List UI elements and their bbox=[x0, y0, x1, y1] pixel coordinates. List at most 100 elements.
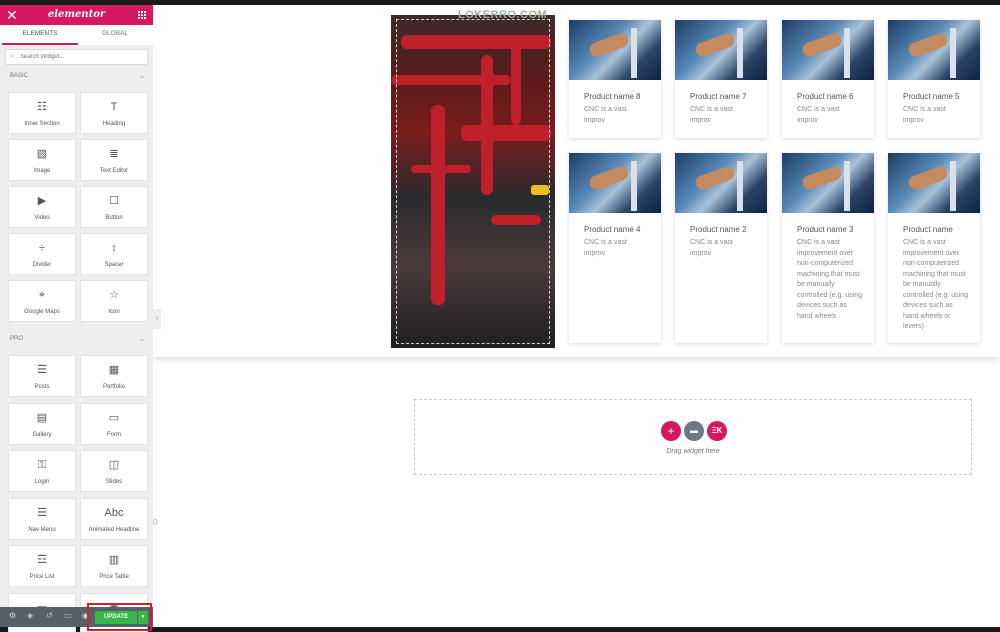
thumb-detail bbox=[693, 31, 737, 59]
widget-label: Icon bbox=[108, 309, 120, 315]
widget-nav-menu[interactable]: ☰ Nav Menu bbox=[8, 497, 76, 540]
widget-price-table[interactable]: ▥ Price Table bbox=[80, 545, 148, 587]
product-name: Product name 7 bbox=[690, 92, 747, 101]
thumb-detail bbox=[587, 31, 631, 59]
widget-label: Video bbox=[34, 215, 50, 221]
settings-icon[interactable]: ⚙ bbox=[9, 611, 16, 620]
product-card[interactable]: Product name 8 CNC is a vast improv bbox=[569, 20, 661, 138]
widget-label: Slides bbox=[105, 479, 123, 485]
widget-text-editor[interactable]: ≣ Text Editor bbox=[80, 139, 148, 181]
thumb-detail bbox=[950, 28, 956, 78]
product-name: Product name 8 bbox=[584, 92, 641, 101]
widget-animated-headline[interactable]: Abc Animated Headline bbox=[80, 497, 148, 540]
text-editor-icon: ≣ bbox=[109, 148, 119, 160]
chevron-down-icon: ⌄ bbox=[139, 73, 145, 80]
search-box: ⌕ bbox=[5, 49, 148, 65]
product-card[interactable]: Product name 4 CNC is a vast improv bbox=[569, 153, 661, 343]
elementskit-icon[interactable]: ΞK bbox=[707, 421, 727, 441]
navigator-icon[interactable]: ◈ bbox=[27, 611, 33, 620]
add-section-button[interactable]: + bbox=[661, 421, 681, 441]
nav-menu-icon: ☰ bbox=[37, 506, 47, 519]
product-card[interactable]: Product name 6 CNC is a vast improv bbox=[782, 20, 874, 138]
widget-label: Price List bbox=[29, 574, 55, 580]
widget-label: Image bbox=[33, 168, 51, 174]
widget-label: Portfolio bbox=[102, 384, 125, 390]
widget-login[interactable]: ⚿ Login bbox=[8, 450, 76, 492]
product-thumbnail bbox=[782, 153, 874, 213]
widgets-grid-icon[interactable] bbox=[138, 11, 146, 19]
product-thumbnail bbox=[675, 153, 767, 213]
thumb-detail bbox=[800, 31, 844, 59]
widget-label: Price Table bbox=[99, 574, 129, 580]
slides-icon: ◫ bbox=[108, 459, 120, 471]
thumb-detail bbox=[906, 164, 950, 192]
widget-video[interactable]: ▶ Video bbox=[8, 186, 76, 228]
elementor-logo: elementor bbox=[47, 9, 106, 20]
thumb-detail bbox=[844, 28, 850, 78]
watermark: LOKERRO.COM bbox=[458, 9, 548, 21]
widget-inner-section[interactable]: ☷ Inner Section bbox=[8, 92, 76, 134]
product-thumbnail bbox=[569, 20, 661, 80]
search-icon: ⌕ bbox=[10, 53, 14, 60]
star-icon: ☆ bbox=[109, 289, 119, 301]
widget-form[interactable]: ▭ Form bbox=[80, 402, 148, 445]
category-pro[interactable]: PRO ⌄ bbox=[0, 334, 153, 348]
product-thumbnail bbox=[675, 20, 767, 80]
widget-label: Nav Menu bbox=[28, 526, 56, 533]
product-card[interactable]: Product name 5 CNC is a vast improv bbox=[888, 20, 980, 138]
selection-outline bbox=[396, 19, 550, 344]
widget-label: Button bbox=[105, 215, 123, 221]
widget-label: Animated Headline bbox=[88, 526, 140, 533]
widget-image[interactable]: ▧ Image bbox=[8, 139, 76, 181]
widget-spacer[interactable]: ↕ Spacer bbox=[80, 233, 148, 275]
widget-label: Inner Section bbox=[24, 121, 60, 127]
panel-tabs: ELEMENTS GLOBAL bbox=[0, 25, 153, 45]
panel-header: ✕ elementor bbox=[0, 5, 153, 25]
widget-slides[interactable]: ◫ Slides bbox=[80, 450, 148, 492]
widget-posts[interactable]: ☰ Posts bbox=[8, 355, 76, 397]
collapse-panel-chevron-icon[interactable]: ‹ bbox=[153, 309, 161, 329]
widget-heading[interactable]: T Heading bbox=[80, 92, 148, 134]
add-template-folder-icon[interactable]: ▬ bbox=[684, 421, 704, 441]
product-card[interactable]: Product name 2 CNC is a vast improv bbox=[675, 153, 767, 343]
spacer-icon: ↕ bbox=[111, 242, 117, 254]
form-icon: ▭ bbox=[108, 411, 120, 424]
tab-global[interactable]: GLOBAL bbox=[77, 25, 153, 45]
product-thumbnail bbox=[888, 153, 980, 213]
product-card[interactable]: Product name CNC is a vast improvement ov… bbox=[888, 153, 980, 343]
product-description: CNC is a vast improv bbox=[690, 106, 733, 124]
category-basic[interactable]: BASIC ⌄ bbox=[0, 71, 153, 85]
product-card[interactable]: Product name 3 CNC is a vast improvement … bbox=[782, 153, 874, 343]
category-label: BASIC bbox=[10, 73, 29, 79]
history-icon[interactable]: ↺ bbox=[46, 611, 53, 620]
thumb-detail bbox=[737, 161, 743, 211]
widget-button[interactable]: ☐ Button bbox=[80, 186, 148, 228]
widget-label: Divider bbox=[32, 262, 52, 268]
chevron-down-icon: ⌄ bbox=[139, 336, 145, 343]
tab-elements[interactable]: ELEMENTS bbox=[2, 25, 78, 45]
widget-label: Text Editor bbox=[99, 168, 129, 174]
widget-price-list[interactable]: ☲ Price List bbox=[8, 545, 76, 587]
widget-gallery[interactable]: ▤ Gallery bbox=[8, 402, 76, 445]
animated-headline-icon: Abc bbox=[104, 506, 124, 519]
drop-zone[interactable]: + ▬ ΞK Drag widget here bbox=[414, 399, 972, 475]
industrial-pipes-image[interactable] bbox=[391, 15, 555, 348]
responsive-mode-icon[interactable]: ▭ bbox=[64, 611, 72, 620]
widget-label: Posts bbox=[34, 384, 50, 390]
search-input[interactable] bbox=[20, 51, 140, 63]
widget-google-maps[interactable]: ⌖ Google Maps bbox=[8, 280, 76, 322]
product-name: Product name 6 bbox=[797, 92, 854, 101]
product-thumbnail bbox=[888, 20, 980, 80]
product-card[interactable]: Product name 7 CNC is a vast improv bbox=[675, 20, 767, 138]
product-section[interactable]: LOKERRO.COM Product name 8 CNC is a vast … bbox=[153, 5, 1000, 357]
product-thumbnail bbox=[569, 153, 661, 213]
widget-icon[interactable]: ☆ Icon bbox=[80, 280, 148, 322]
thumb-detail bbox=[587, 164, 631, 192]
widget-portfolio[interactable]: ▦ Portfolio bbox=[80, 355, 148, 397]
drop-zone-text: Drag widget here bbox=[666, 448, 720, 455]
thumb-detail bbox=[693, 164, 737, 192]
thumb-detail bbox=[631, 161, 637, 211]
widget-label: Google Maps bbox=[24, 309, 60, 315]
product-description: CNC is a vast improv bbox=[584, 239, 627, 257]
widget-divider[interactable]: ÷ Divider bbox=[8, 233, 76, 275]
